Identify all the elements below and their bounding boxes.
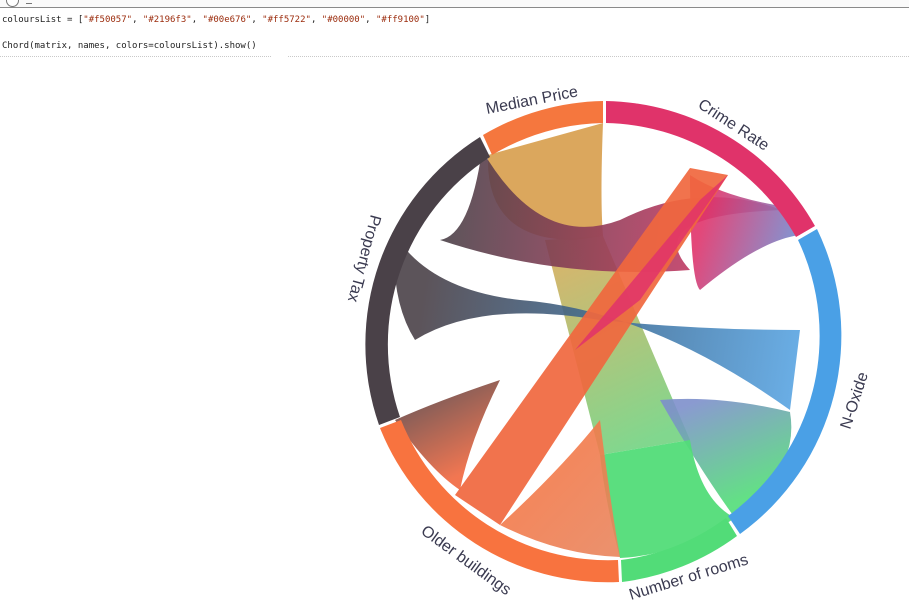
label-n-oxide: N-Oxide	[838, 370, 872, 431]
chord-diagram: Crime Rate N-Oxide Number of rooms Older…	[344, 83, 872, 603]
chord-ribbons	[394, 123, 800, 558]
